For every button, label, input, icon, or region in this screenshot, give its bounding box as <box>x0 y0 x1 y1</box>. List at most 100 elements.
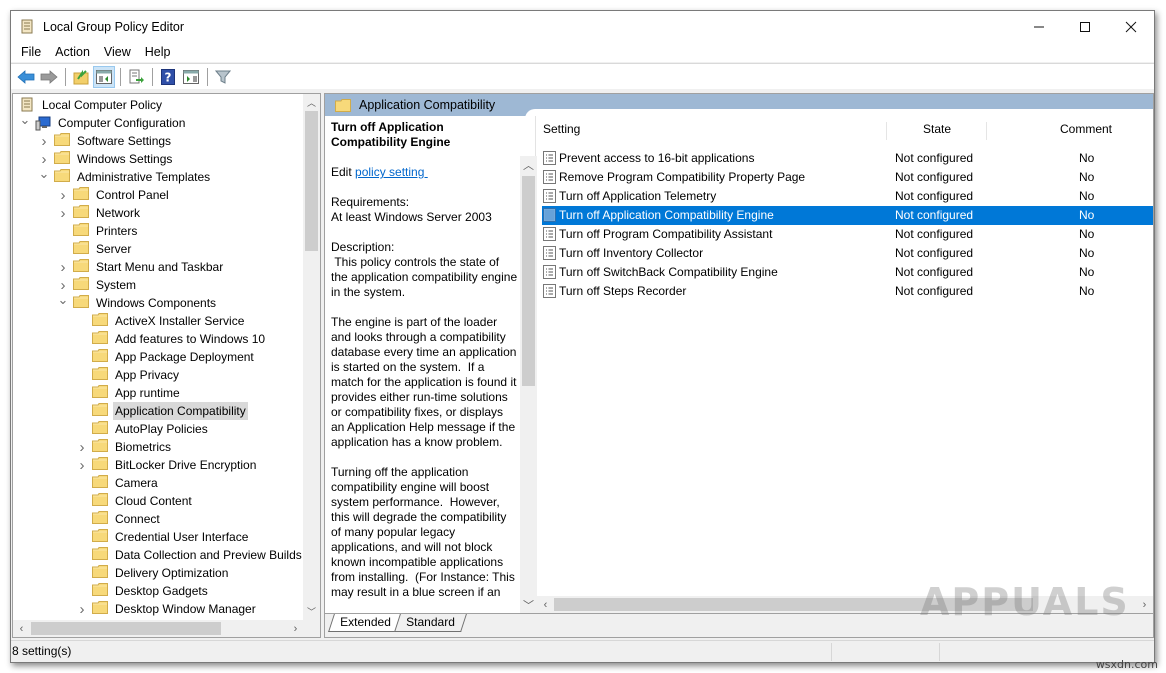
folder-icon <box>73 295 89 311</box>
arrow-left-icon <box>17 69 35 84</box>
menu-help[interactable]: Help <box>138 45 178 59</box>
column-separator[interactable] <box>986 122 987 140</box>
back-button[interactable] <box>15 66 37 88</box>
tree-item[interactable]: ⌄ Windows Components <box>57 291 218 312</box>
policy-setting-icon <box>543 265 556 279</box>
tree-item[interactable]: › Windows Settings <box>38 150 174 168</box>
chevron-right-icon[interactable]: › <box>57 258 69 276</box>
setting-row[interactable]: Turn off Application Compatibility Engin… <box>542 206 1153 225</box>
edit-policy-setting-link[interactable]: policy setting <box>355 165 428 179</box>
tree-item[interactable]: › Biometrics <box>76 438 173 456</box>
scroll-up-arrow-icon[interactable]: ︿ <box>303 94 320 111</box>
folder-icon <box>73 187 89 203</box>
scrollbar-thumb[interactable] <box>31 622 221 635</box>
tree-item[interactable]: ⌄ Administrative Templates <box>38 165 212 186</box>
scroll-down-arrow-icon[interactable]: ﹀ <box>303 603 320 620</box>
tree-item-label: Windows Components <box>96 296 217 310</box>
setting-state: Not configured <box>895 265 974 279</box>
tree-item[interactable]: Camera <box>76 474 160 492</box>
tree-item[interactable]: Connect <box>76 510 162 528</box>
chevron-down-icon[interactable]: ⌄ <box>38 165 50 183</box>
menu-view[interactable]: View <box>97 45 138 59</box>
chevron-right-icon[interactable]: › <box>76 600 88 618</box>
setting-row[interactable]: Prevent access to 16-bit applications Not… <box>542 149 1153 168</box>
tree-item[interactable]: Server <box>57 240 133 258</box>
maximize-button[interactable] <box>1062 11 1108 42</box>
chevron-down-icon[interactable]: ⌄ <box>19 111 31 129</box>
tree-item[interactable]: › Start Menu and Taskbar <box>57 258 225 276</box>
menu-file[interactable]: File <box>14 45 48 59</box>
column-header-comment[interactable]: Comment <box>1060 118 1112 140</box>
tree-item[interactable]: Cloud Content <box>76 492 194 510</box>
minimize-button[interactable] <box>1016 11 1062 42</box>
chevron-down-icon[interactable]: ⌄ <box>57 291 69 309</box>
scrollbar-thumb[interactable] <box>305 111 318 251</box>
tab-extended[interactable]: Extended <box>328 614 403 632</box>
setting-row[interactable]: Turn off Program Compatibility Assistant… <box>542 225 1153 244</box>
tree-item[interactable]: › Desktop Window Manager <box>76 600 258 618</box>
setting-row[interactable]: Turn off Application Telemetry Not config… <box>542 187 1153 206</box>
tree-item[interactable]: Data Collection and Preview Builds <box>76 546 304 564</box>
tree-item[interactable]: › Network <box>57 204 142 222</box>
close-button[interactable] <box>1108 11 1154 42</box>
help-button[interactable]: ? <box>157 66 179 88</box>
scrollbar-thumb[interactable] <box>522 176 535 386</box>
scroll-up-arrow-icon[interactable]: ︿ <box>520 156 537 173</box>
setting-comment: No <box>1079 265 1095 279</box>
show-hide-console-tree-button[interactable] <box>93 65 115 88</box>
setting-row[interactable]: Turn off Inventory Collector Not configur… <box>542 244 1153 263</box>
menu-action[interactable]: Action <box>48 45 97 59</box>
tree-item[interactable]: Printers <box>57 222 139 240</box>
chevron-right-icon[interactable]: › <box>38 132 50 150</box>
tree-item[interactable]: › BitLocker Drive Encryption <box>76 456 258 474</box>
scroll-right-arrow-icon[interactable]: › <box>1136 596 1153 613</box>
tree-item[interactable]: Add features to Windows 10 <box>76 330 267 348</box>
setting-state: Not configured <box>895 170 974 184</box>
scroll-down-arrow-icon[interactable]: ﹀ <box>520 596 537 613</box>
tree-item[interactable]: ⌄ Computer Configuration <box>19 111 187 132</box>
tree-item[interactable]: › Software Settings <box>38 132 173 150</box>
chevron-right-icon[interactable]: › <box>76 456 88 474</box>
up-one-level-button[interactable] <box>70 66 92 88</box>
tree-item[interactable]: App Privacy <box>76 366 181 384</box>
chevron-right-icon[interactable]: › <box>76 438 88 456</box>
chevron-right-icon[interactable]: › <box>57 204 69 222</box>
filter-button[interactable] <box>212 66 234 88</box>
folder-icon <box>92 385 108 401</box>
tree-item[interactable]: App Package Deployment <box>76 348 256 366</box>
column-separator[interactable] <box>886 122 887 140</box>
setting-row[interactable]: Turn off SwitchBack Compatibility Engine… <box>542 263 1153 282</box>
show-hide-action-pane-button[interactable] <box>180 66 202 88</box>
tree-horizontal-scrollbar[interactable]: ‹ › <box>13 620 320 637</box>
tree-item[interactable]: Credential User Interface <box>76 528 250 546</box>
tree-item[interactable]: › Control Panel <box>57 186 171 204</box>
column-header-state[interactable]: State <box>923 118 951 140</box>
scroll-left-arrow-icon[interactable]: ‹ <box>537 596 554 613</box>
setting-row[interactable]: Remove Program Compatibility Property Pa… <box>542 168 1153 187</box>
tree-item-label: BitLocker Drive Encryption <box>115 458 257 472</box>
scroll-left-arrow-icon[interactable]: ‹ <box>13 620 30 637</box>
setting-name: Turn off Inventory Collector <box>559 246 704 260</box>
column-header-setting[interactable]: Setting <box>543 118 580 140</box>
tree-item-label: Administrative Templates <box>77 170 211 184</box>
tree-vertical-scrollbar[interactable]: ︿ ﹀ <box>303 94 320 620</box>
tree-item[interactable]: Application Compatibility <box>76 402 248 420</box>
tab-standard[interactable]: Standard <box>394 614 467 632</box>
tree-item[interactable]: AutoPlay Policies <box>76 420 210 438</box>
tree-item[interactable]: › System <box>57 276 138 294</box>
scroll-right-arrow-icon[interactable]: › <box>287 620 304 637</box>
tree-item[interactable]: Delivery Optimization <box>76 564 230 582</box>
chevron-right-icon[interactable]: › <box>57 186 69 204</box>
close-icon <box>1125 21 1137 32</box>
export-list-button[interactable] <box>125 66 147 88</box>
forward-button[interactable] <box>38 66 60 88</box>
setting-row[interactable]: Turn off Steps Recorder Not configured No <box>542 282 1153 301</box>
description-vertical-scrollbar[interactable]: ︿ ﹀ <box>520 156 537 613</box>
tree-item[interactable]: App runtime <box>76 384 182 402</box>
tree-item[interactable]: Desktop Gadgets <box>76 582 210 600</box>
policy-setting-icon <box>543 246 556 260</box>
tree-item[interactable]: Local Computer Policy <box>19 96 164 114</box>
tree-item[interactable]: ActiveX Installer Service <box>76 312 246 330</box>
